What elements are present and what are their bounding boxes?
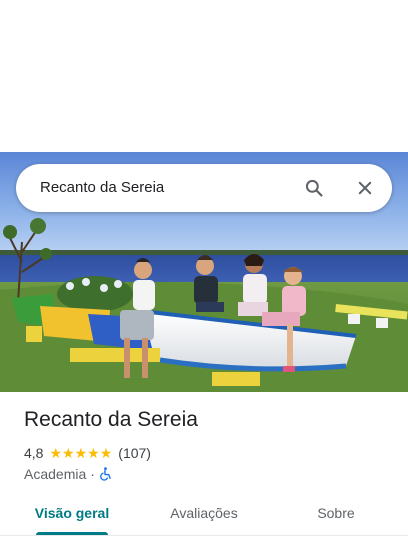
search-button[interactable] bbox=[298, 172, 330, 204]
star-icon: ★ bbox=[49, 445, 63, 461]
search-icon bbox=[305, 179, 323, 197]
place-tabs: Visão geral Avaliações Sobre bbox=[0, 494, 408, 536]
star-icon: ★ bbox=[87, 445, 100, 461]
close-button[interactable] bbox=[349, 172, 381, 204]
star-rating: ★ ★ ★ ★ ★ bbox=[49, 446, 112, 460]
star-icon: ★ bbox=[99, 445, 113, 461]
separator: · bbox=[90, 466, 95, 482]
close-icon bbox=[358, 181, 372, 195]
search-input[interactable]: Recanto da Sereia bbox=[40, 164, 164, 212]
place-title: Recanto da Sereia bbox=[24, 408, 198, 431]
rating-value: 4,8 bbox=[24, 445, 44, 461]
place-category: Academia bbox=[24, 466, 87, 482]
search-bar[interactable]: Recanto da Sereia bbox=[16, 164, 392, 212]
place-details-page: Recanto da Sereia Recanto da Sereia 4,8 … bbox=[0, 0, 408, 544]
review-count[interactable]: (107) bbox=[118, 445, 151, 461]
rating-row[interactable]: 4,8 ★ ★ ★ ★ ★ (107) bbox=[24, 444, 151, 462]
tab-overview[interactable]: Visão geral bbox=[24, 494, 120, 532]
tab-about[interactable]: Sobre bbox=[288, 494, 384, 532]
wheelchair-icon bbox=[99, 467, 112, 481]
star-icon: ★ bbox=[74, 445, 88, 461]
category-row: Academia · bbox=[24, 465, 112, 483]
tabs-divider bbox=[0, 535, 408, 536]
tab-reviews[interactable]: Avaliações bbox=[156, 494, 252, 532]
star-icon: ★ bbox=[62, 445, 75, 461]
